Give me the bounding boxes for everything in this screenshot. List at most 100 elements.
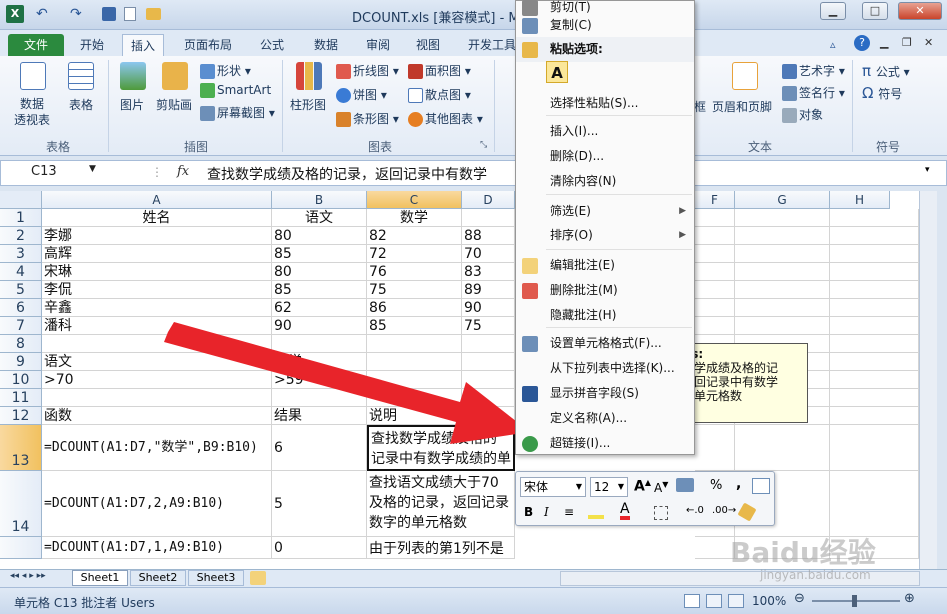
picture-icon[interactable] (120, 62, 146, 90)
shapes-button[interactable]: 形状 ▾ (200, 62, 251, 79)
cell-c[interactable]: 86 (367, 299, 462, 317)
cell-c[interactable]: 72 (367, 245, 462, 263)
context-menu-item[interactable]: 删除(D)... (516, 144, 694, 169)
cell-c[interactable]: 82 (367, 227, 462, 245)
bar-chart-button[interactable]: 条形图 ▾ (336, 110, 399, 127)
tab-file[interactable]: 文件 (8, 34, 64, 56)
cell-g[interactable] (735, 209, 830, 227)
column-header-h[interactable]: H (830, 191, 890, 209)
line-chart-button[interactable]: 折线图 ▾ (336, 62, 399, 79)
context-menu-item[interactable]: 隐藏批注(H) (516, 303, 694, 328)
textbox-button[interactable]: 框 (694, 98, 706, 115)
header-footer-button[interactable]: 页眉和页脚 (712, 98, 772, 115)
context-menu-item[interactable]: 设置单元格格式(F)... (516, 331, 694, 356)
context-menu-item[interactable]: 筛选(E) ▶ (516, 199, 694, 224)
cell-g[interactable] (735, 227, 830, 245)
font-size-select[interactable]: 12 ▼ (590, 477, 628, 497)
cell-h[interactable] (830, 371, 919, 389)
cell-a[interactable]: 姓名 (42, 209, 272, 227)
cell-b[interactable]: 85 (272, 281, 367, 299)
font-color-icon[interactable]: A (620, 502, 630, 520)
cell-h[interactable] (830, 209, 919, 227)
cell-f[interactable] (695, 245, 735, 263)
cell-a[interactable]: =DCOUNT(A1:D7,1,A9:B10) (42, 537, 272, 559)
close-button[interactable]: ✕ (898, 2, 942, 20)
scatter-chart-button[interactable]: 散点图 ▾ (408, 86, 471, 103)
tab-insert[interactable]: 插入 (122, 34, 165, 56)
excel-logo-icon[interactable]: X (6, 5, 24, 23)
cell-a[interactable]: 李娜 (42, 227, 272, 245)
cell-h[interactable] (830, 263, 919, 281)
cell-c[interactable]: 数学 (367, 209, 462, 227)
wordart-button[interactable]: 艺术字 ▾ (782, 62, 845, 79)
cell-f[interactable] (695, 537, 735, 559)
cell-h[interactable] (830, 227, 919, 245)
column-header-b[interactable]: B (272, 191, 367, 209)
maximize-button[interactable]: □ (862, 2, 888, 20)
cell-g[interactable] (735, 245, 830, 263)
borders-icon[interactable] (654, 506, 668, 520)
column-chart-button[interactable]: 柱形图 (290, 96, 326, 113)
context-menu-item[interactable]: 从下拉列表中选择(K)... (516, 356, 694, 381)
cell-c[interactable]: 由于列表的第1列不是数字，函数 (367, 537, 515, 559)
cell-f[interactable] (695, 281, 735, 299)
open-folder-icon[interactable] (146, 8, 161, 20)
cell-g[interactable] (735, 299, 830, 317)
fill-color-icon[interactable] (588, 505, 604, 519)
cell-c[interactable]: 查找语文成绩大于70 及格的记录，返回记录 数字的单元格数 (367, 471, 515, 537)
decrease-decimal-icon[interactable]: .00→ (712, 505, 736, 516)
cell-c[interactable]: 76 (367, 263, 462, 281)
cell-b[interactable]: 80 (272, 263, 367, 281)
row-header[interactable]: 5 (0, 281, 42, 299)
clipart-icon[interactable] (162, 62, 188, 90)
doc-restore-icon[interactable]: ❐ (902, 36, 912, 49)
column-header-c[interactable]: C (367, 191, 462, 209)
table-button[interactable]: 表格 (69, 96, 93, 113)
cell-g[interactable] (735, 281, 830, 299)
cell-h[interactable] (830, 471, 919, 537)
comma-button[interactable]: , (736, 476, 741, 492)
cell-h[interactable] (830, 335, 919, 353)
page-break-view-icon[interactable] (728, 594, 744, 608)
context-menu-item[interactable]: 插入(I)... (516, 119, 694, 144)
other-chart-button[interactable]: 其他图表 ▾ (408, 110, 483, 127)
tab-view[interactable]: 视图 (408, 34, 448, 56)
column-header-g[interactable]: G (735, 191, 830, 209)
vertical-scrollbar[interactable] (919, 191, 937, 569)
cell-h[interactable] (830, 317, 919, 335)
cell-b[interactable]: 62 (272, 299, 367, 317)
cell-f[interactable] (695, 317, 735, 335)
number-format-icon[interactable] (676, 478, 694, 492)
name-box[interactable]: C13 ▼ (9, 164, 99, 184)
new-file-icon[interactable] (124, 7, 136, 21)
format-painter-icon[interactable] (737, 502, 757, 522)
row-header[interactable]: 8 (0, 335, 42, 353)
row-header[interactable]: 3 (0, 245, 42, 263)
doc-close-icon[interactable]: ✕ (924, 36, 933, 49)
cell-h[interactable] (830, 245, 919, 263)
font-name-select[interactable]: 宋体 ▼ (520, 477, 586, 497)
context-menu-item[interactable]: 排序(O) ▶ (516, 223, 694, 248)
bold-icon[interactable]: B (524, 505, 533, 519)
row-header[interactable]: 1 (0, 209, 42, 227)
formula-input[interactable]: 查找数学成绩及格的记录，返回记录中有数学 (207, 164, 487, 184)
cell-h[interactable] (830, 389, 919, 407)
cell-d[interactable]: 70 (462, 245, 515, 263)
cell-g[interactable] (735, 317, 830, 335)
tab-data[interactable]: 数据 (306, 34, 346, 56)
cell-d[interactable]: 88 (462, 227, 515, 245)
zoom-level[interactable]: 100% (752, 594, 786, 608)
undo-icon[interactable]: ↶ (36, 6, 48, 22)
zoom-slider-thumb[interactable] (852, 595, 857, 607)
normal-view-icon[interactable] (684, 594, 700, 608)
sheet-tab-3[interactable]: Sheet3 (188, 570, 244, 586)
clipart-button[interactable]: 剪贴画 (156, 96, 192, 113)
row-header[interactable]: 2 (0, 227, 42, 245)
row-header[interactable]: 7 (0, 317, 42, 335)
context-menu-item[interactable]: 选择性粘贴(S)... (516, 91, 694, 116)
cell-h[interactable] (830, 299, 919, 317)
symbol-button[interactable]: Ω 符号 (862, 84, 902, 102)
expand-formula-icon[interactable]: ▾ (925, 165, 930, 175)
context-menu-item[interactable]: 删除批注(M) (516, 278, 694, 303)
pivot-table-icon[interactable] (20, 62, 46, 90)
